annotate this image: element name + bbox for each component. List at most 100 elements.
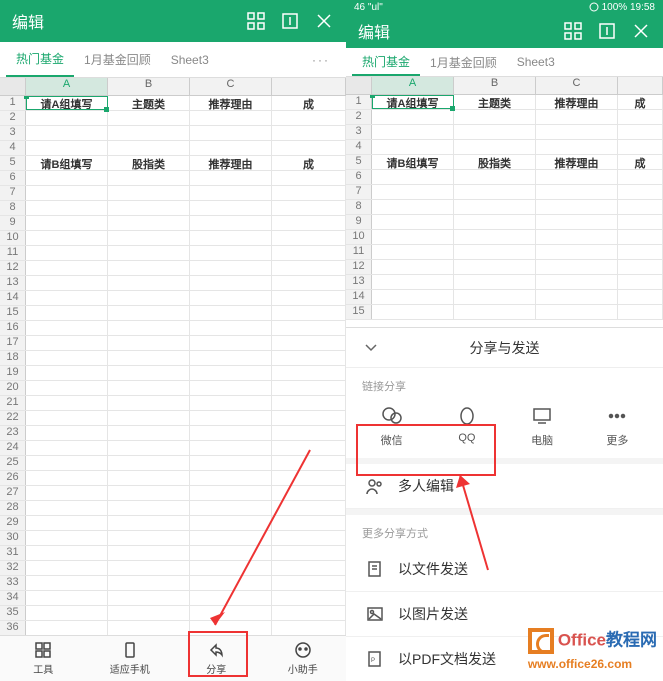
table-row[interactable]: 9: [0, 216, 346, 231]
cell[interactable]: [272, 291, 346, 305]
cell[interactable]: [190, 546, 272, 560]
close-icon[interactable]: [314, 11, 334, 31]
tab-jan[interactable]: 1月基金回顾: [74, 42, 161, 77]
cell[interactable]: [26, 111, 108, 125]
cell[interactable]: [26, 276, 108, 290]
cell[interactable]: [190, 396, 272, 410]
table-row[interactable]: 10: [0, 231, 346, 246]
cell[interactable]: [454, 110, 536, 124]
cell[interactable]: [454, 215, 536, 229]
cell[interactable]: [108, 201, 190, 215]
cell[interactable]: [454, 200, 536, 214]
cell[interactable]: [272, 576, 346, 590]
cell[interactable]: [190, 621, 272, 635]
cell[interactable]: [190, 141, 272, 155]
table-row[interactable]: 13: [346, 275, 663, 290]
cell[interactable]: [190, 366, 272, 380]
cell[interactable]: [26, 396, 108, 410]
cell[interactable]: 成: [618, 155, 663, 169]
cell[interactable]: [108, 381, 190, 395]
table-row[interactable]: 27: [0, 486, 346, 501]
cell[interactable]: 主题类: [454, 95, 536, 109]
cell[interactable]: [272, 531, 346, 545]
cell[interactable]: [272, 456, 346, 470]
cell[interactable]: [108, 621, 190, 635]
table-row[interactable]: 35: [0, 606, 346, 621]
cell[interactable]: [26, 546, 108, 560]
cell[interactable]: 推荐理由: [190, 96, 272, 110]
col-c[interactable]: C: [536, 77, 618, 94]
cell[interactable]: [108, 216, 190, 230]
cell[interactable]: [108, 471, 190, 485]
col-a[interactable]: A: [372, 77, 454, 94]
cell[interactable]: [26, 321, 108, 335]
cell[interactable]: [536, 185, 618, 199]
cell[interactable]: [454, 245, 536, 259]
cell[interactable]: [454, 275, 536, 289]
cell[interactable]: [454, 170, 536, 184]
cell[interactable]: [190, 456, 272, 470]
cell[interactable]: [190, 606, 272, 620]
cell[interactable]: [190, 321, 272, 335]
cell[interactable]: [190, 381, 272, 395]
table-row[interactable]: 3: [346, 125, 663, 140]
cell[interactable]: [108, 426, 190, 440]
cell[interactable]: [272, 276, 346, 290]
table-row[interactable]: 3: [0, 126, 346, 141]
spreadsheet[interactable]: A B C 1请A组填写主题类推荐理由成2345请B组填写股指类推荐理由成678…: [346, 77, 663, 327]
cell[interactable]: [108, 546, 190, 560]
tabs-more-icon[interactable]: ···: [302, 53, 340, 67]
cell[interactable]: [190, 336, 272, 350]
cell[interactable]: [108, 276, 190, 290]
cell[interactable]: [272, 546, 346, 560]
cell[interactable]: [108, 561, 190, 575]
cell[interactable]: [618, 305, 663, 319]
helper-button[interactable]: 小助手: [260, 636, 347, 681]
cell[interactable]: [272, 441, 346, 455]
cell[interactable]: [372, 230, 454, 244]
cell[interactable]: [272, 306, 346, 320]
cell[interactable]: 股指类: [454, 155, 536, 169]
cell[interactable]: [190, 576, 272, 590]
cell[interactable]: [26, 201, 108, 215]
close-icon[interactable]: [631, 21, 651, 41]
table-row[interactable]: 20: [0, 381, 346, 396]
cell[interactable]: [190, 246, 272, 260]
table-row[interactable]: 1请A组填写主题类推荐理由成: [0, 96, 346, 111]
cell[interactable]: [536, 200, 618, 214]
multi-edit-row[interactable]: 多人编辑: [346, 464, 663, 509]
cell[interactable]: [26, 246, 108, 260]
cell[interactable]: [272, 216, 346, 230]
cell[interactable]: [108, 591, 190, 605]
cell[interactable]: [190, 501, 272, 515]
table-row[interactable]: 26: [0, 471, 346, 486]
cell[interactable]: [108, 411, 190, 425]
cell[interactable]: [536, 275, 618, 289]
cell[interactable]: [618, 230, 663, 244]
cell[interactable]: [26, 531, 108, 545]
cell[interactable]: 请A组填写: [372, 95, 454, 109]
cell[interactable]: [618, 215, 663, 229]
cell[interactable]: [108, 486, 190, 500]
table-row[interactable]: 2: [0, 111, 346, 126]
cell[interactable]: 成: [272, 156, 346, 170]
cell[interactable]: [190, 171, 272, 185]
table-row[interactable]: 1请A组填写主题类推荐理由成: [346, 95, 663, 110]
cell[interactable]: [272, 621, 346, 635]
cell[interactable]: [190, 126, 272, 140]
send-file-row[interactable]: 以文件发送: [346, 547, 663, 592]
table-row[interactable]: 8: [346, 200, 663, 215]
cell[interactable]: [272, 486, 346, 500]
cell[interactable]: [108, 531, 190, 545]
table-row[interactable]: 30: [0, 531, 346, 546]
cell[interactable]: [454, 140, 536, 154]
cell[interactable]: [108, 171, 190, 185]
cell[interactable]: [108, 456, 190, 470]
tab-jan[interactable]: 1月基金回顾: [420, 48, 507, 76]
cell[interactable]: [26, 216, 108, 230]
cell[interactable]: [536, 290, 618, 304]
cell[interactable]: 请A组填写: [26, 96, 108, 110]
cell[interactable]: [372, 275, 454, 289]
cell[interactable]: [272, 186, 346, 200]
cell[interactable]: 主题类: [108, 96, 190, 110]
